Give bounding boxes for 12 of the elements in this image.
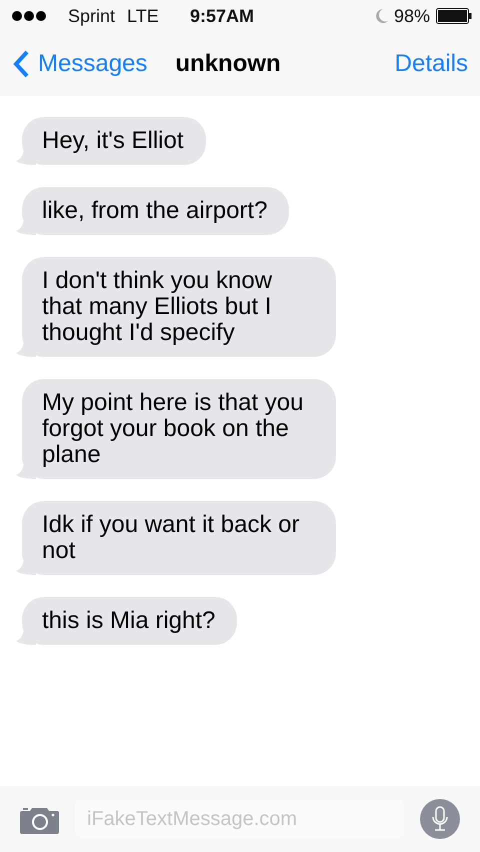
microphone-icon: [432, 806, 448, 832]
network-type: LTE: [127, 6, 159, 26]
chevron-icon: [12, 49, 30, 79]
battery-icon: [436, 8, 472, 24]
back-button[interactable]: Messages: [12, 49, 148, 79]
battery-percent: 98%: [394, 6, 430, 26]
conversation-title: unknown: [175, 50, 282, 78]
moon-icon: [374, 8, 388, 24]
microphone-button[interactable]: [420, 799, 460, 839]
status-time: 9:57AM: [190, 6, 254, 26]
carrier-name: Sprint: [68, 6, 116, 26]
details-link[interactable]: Details: [394, 50, 468, 78]
